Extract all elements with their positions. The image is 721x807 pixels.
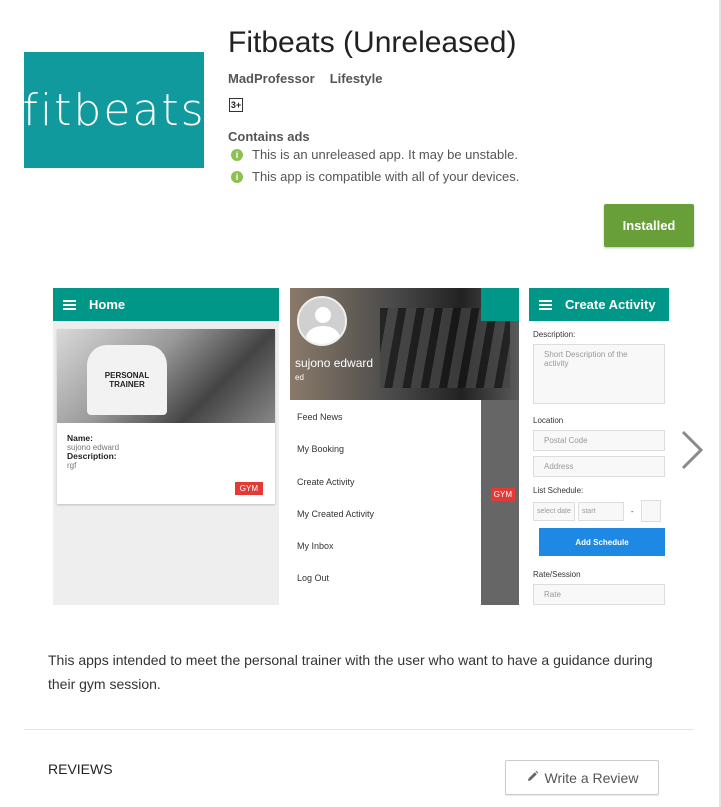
drawer-menu: Feed News My Booking Create Activity My … <box>290 400 481 605</box>
menu-item-my-inbox: My Inbox <box>297 541 334 552</box>
add-schedule-button: Add Schedule <box>539 528 665 556</box>
info-icon: i <box>231 148 243 161</box>
description-field: Short Description of the activity <box>533 344 665 404</box>
description-label: Description: <box>533 330 576 339</box>
address-field: Address <box>533 456 665 477</box>
postal-field: Postal Code <box>533 430 665 451</box>
menu-item-log-out: Log Out <box>297 573 330 584</box>
screenshot-appbar: Create Activity <box>529 288 669 321</box>
menu-item-feed-news: Feed News <box>297 412 343 422</box>
desc-value: rgf <box>67 461 77 470</box>
end-field <box>640 500 661 522</box>
trainer-photo: PERSONAL TRAINER <box>57 329 275 423</box>
info-icon: i <box>231 170 243 183</box>
rate-label: Rate/Session <box>533 570 581 579</box>
write-review-label: Write a Review <box>544 769 639 786</box>
desc-label: Description: <box>67 451 117 461</box>
category-link[interactable]: Lifestyle <box>330 71 383 86</box>
app-description: This apps intended to meet the personal … <box>48 652 653 692</box>
screenshot-create-activity[interactable]: Create Activity Description: Short Descr… <box>529 288 669 605</box>
drawer-user-sub: ed <box>295 373 304 382</box>
screenshot-appbar: Home <box>53 288 279 321</box>
write-review-button[interactable]: Write a Review <box>505 760 659 795</box>
date-field: select date <box>533 501 575 521</box>
menu-item-create-activity: Create Activity <box>297 476 355 487</box>
schedule-row: select date start - <box>533 500 665 522</box>
contains-ads-label: Contains ads <box>228 129 310 144</box>
schedule-label: List Schedule: <box>533 486 584 495</box>
installed-button[interactable]: Installed <box>604 204 694 247</box>
screenshot-appbar-title: Home <box>89 297 126 312</box>
compatible-note-text: This app is compatible with all of your … <box>252 169 520 184</box>
unreleased-note-text: This is an unreleased app. It may be uns… <box>252 147 518 162</box>
unreleased-note: i This is an unreleased app. It may be u… <box>231 147 518 162</box>
screenshot-appbar-title: Create Activity <box>565 297 656 312</box>
appbar-strip <box>481 288 519 321</box>
start-field: start <box>577 501 624 521</box>
menu-item-my-booking: My Booking <box>297 444 345 455</box>
drawer-scrim: GYM <box>481 400 519 605</box>
location-label: Location <box>533 416 564 425</box>
gym-badge: GYM <box>490 488 515 501</box>
screenshot-home[interactable]: Home PERSONAL TRAINER Name: sujono edwar… <box>53 288 279 605</box>
app-meta: MadProfessor Lifestyle <box>228 71 382 86</box>
chevron-right-icon[interactable] <box>676 428 706 472</box>
trainer-card: PERSONAL TRAINER Name: sujono edward Des… <box>57 329 275 504</box>
app-logo-text: fitbeats <box>22 84 206 136</box>
menu-item-my-created-activity: My Created Activity <box>297 508 375 519</box>
gym-badge: GYM <box>234 482 263 495</box>
avatar <box>297 296 347 346</box>
create-activity-form: Description: Short Description of the ac… <box>529 330 669 605</box>
developer-link[interactable]: MadProfessor <box>228 71 315 86</box>
screenshot-drawer[interactable]: sujono edward ed GYM Feed News My Bookin… <box>290 288 519 605</box>
compatible-note: i This app is compatible with all of you… <box>231 169 519 184</box>
drawer-header-photo: sujono edward ed <box>290 288 519 400</box>
name-label: Name: <box>67 433 93 443</box>
trainer-info: Name: sujono edward Description: rgf <box>57 423 275 481</box>
schedule-dash: - <box>630 506 634 516</box>
drawer-user-name: sujono edward <box>295 356 374 370</box>
section-divider <box>24 729 694 730</box>
menu-icon <box>63 299 76 310</box>
menu-icon <box>539 299 552 310</box>
reviews-heading: REVIEWS <box>48 761 113 777</box>
rate-field: Rate <box>533 584 665 605</box>
content-rating-badge: 3+ <box>229 98 243 112</box>
app-title: Fitbeats (Unreleased) <box>228 26 517 59</box>
app-logo: fitbeats <box>22 52 206 168</box>
pencil-icon <box>526 770 539 786</box>
trainer-shirt-text: PERSONAL TRAINER <box>87 345 167 415</box>
